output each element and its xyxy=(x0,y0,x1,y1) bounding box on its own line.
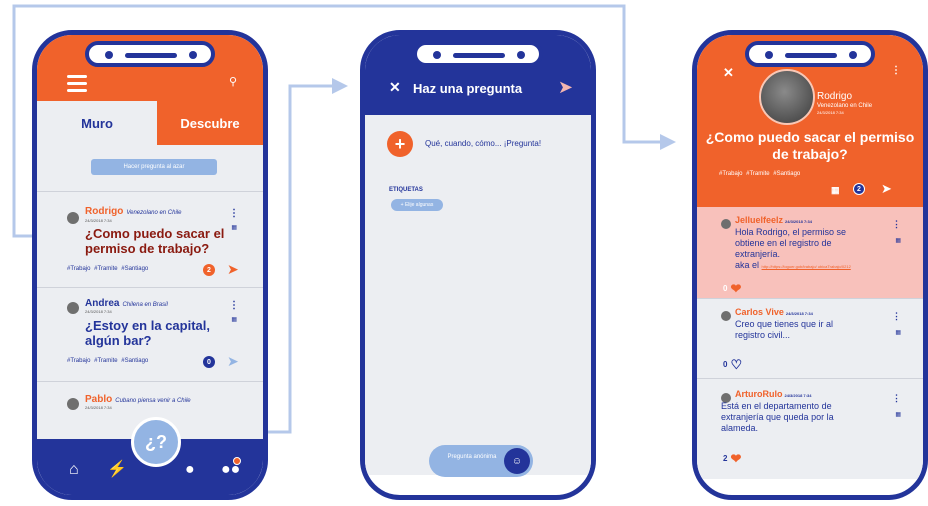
kebab-icon[interactable]: ⋮ xyxy=(892,393,901,404)
translate-icon[interactable]: ▦ xyxy=(895,237,901,244)
answer-text: Creo que tienes que ir al registro civil… xyxy=(735,319,834,340)
answer-card[interactable]: ArturoRulo 24/3/2018 7:34 Está en el depa… xyxy=(697,379,923,479)
heart-icon: ❤ xyxy=(730,281,742,296)
like-counter[interactable]: 0 ❤ xyxy=(723,281,741,297)
post-card[interactable]: Andrea Chilena en Brasil 24/3/2018 7:34 ⋮… xyxy=(37,287,263,381)
tags-label: ETIQUETAS xyxy=(389,187,423,193)
avatar xyxy=(721,311,731,321)
bolt-icon[interactable]: ⚡ xyxy=(107,459,127,479)
ask-question-button[interactable]: ¿? xyxy=(131,417,181,467)
answer-link[interactable]: http://https://loguer.gob/trabajo/ ubica… xyxy=(762,264,851,269)
post-title[interactable]: ¿Estoy en la capital, algún bar? xyxy=(85,318,225,348)
avatar xyxy=(721,219,731,229)
search-icon[interactable]: ⚲ xyxy=(229,75,237,88)
phone-wall-screen: ⚲ Muro Descubre Hacer pregunta al azar R… xyxy=(32,30,268,500)
translate-icon[interactable]: ▦ xyxy=(895,411,901,418)
question-date: 24/3/2018 7:34 xyxy=(817,110,844,115)
choose-tags-chip[interactable]: + Elije algunas xyxy=(391,199,443,211)
feed: Hacer pregunta al azar Rodrigo Venezolano… xyxy=(37,145,263,445)
post-tags[interactable]: #Trabajo #Tramite #Santiago xyxy=(67,266,148,272)
phone-ask-screen: ✕ Haz una pregunta ➤ + Qué, cuando, cómo… xyxy=(360,30,596,500)
tab-descubre[interactable]: Descubre xyxy=(157,101,263,145)
post-date: 24/3/2018 7:34 xyxy=(85,309,112,314)
page-title: Haz una pregunta xyxy=(413,81,523,96)
random-question-button[interactable]: Hacer pregunta al azar xyxy=(91,159,217,175)
post-author: Rodrigo Venezolano en Chile xyxy=(85,206,182,217)
heart-icon: ♡ xyxy=(730,357,743,372)
kebab-icon[interactable]: ⋮ xyxy=(229,208,239,219)
plus-icon[interactable]: + xyxy=(387,131,413,157)
answer-author: ArturoRulo 24/3/2018 7:34 xyxy=(735,389,812,399)
send-icon[interactable]: ➤ xyxy=(227,353,239,370)
question-tags[interactable]: #Trabajo #Tramite #Santiago xyxy=(719,171,800,177)
post-author: Andrea Chilena en Brasil xyxy=(85,298,168,309)
avatar xyxy=(67,398,79,410)
author-subtitle: Venezolano en Chile xyxy=(817,103,873,109)
mask-icon[interactable]: ☺ xyxy=(504,448,530,474)
post-card[interactable]: Rodrigo Venezolano en Chile 24/3/2018 7:3… xyxy=(37,191,263,287)
close-icon[interactable]: ✕ xyxy=(389,79,401,96)
answer-card[interactable]: Carlos Vive 24/3/2018 7:34 Creo que tiene… xyxy=(697,299,923,379)
user-icon[interactable]: ● xyxy=(185,461,195,479)
answer-author: Jelluelfeelz 24/3/2018 7:34 xyxy=(735,215,812,225)
kebab-icon[interactable]: ⋮ xyxy=(891,65,901,76)
translate-icon[interactable]: ▦ xyxy=(231,316,237,323)
translate-icon[interactable]: ▦ xyxy=(831,185,840,196)
post-date: 24/3/2018 7:34 xyxy=(85,218,112,223)
author-name: Rodrigo xyxy=(817,91,853,102)
avatar xyxy=(759,69,815,125)
send-icon[interactable]: ➤ xyxy=(227,261,239,278)
kebab-icon[interactable]: ⋮ xyxy=(892,311,901,322)
send-icon[interactable]: ➤ xyxy=(558,77,573,98)
notification-dot xyxy=(233,457,241,465)
tab-muro[interactable]: Muro xyxy=(37,101,157,145)
heart-icon: ❤ xyxy=(730,451,742,466)
post-author: Pablo Cubano piensa venir a Chile xyxy=(85,394,191,405)
translate-icon[interactable]: ▦ xyxy=(895,329,901,336)
phone-notch xyxy=(745,41,875,67)
like-counter[interactable]: 2 ❤ xyxy=(723,451,741,467)
kebab-icon[interactable]: ⋮ xyxy=(892,219,901,230)
answer-card[interactable]: Jelluelfeelz 24/3/2018 7:34 Hola Rodrigo,… xyxy=(697,207,923,299)
phone-notch xyxy=(85,41,215,67)
question-title: ¿Como puedo sacar el permiso de trabajo? xyxy=(705,129,915,162)
like-counter[interactable]: 0 ♡ xyxy=(723,357,742,373)
home-icon[interactable]: ⌂ xyxy=(69,461,79,479)
phone-notch xyxy=(413,41,543,67)
question-input[interactable]: Qué, cuando, cómo... ¡Pregunta! xyxy=(425,139,541,148)
avatar xyxy=(67,302,79,314)
send-icon[interactable]: ➤ xyxy=(881,181,892,197)
anonymous-label: Pregunta anónima xyxy=(447,454,497,460)
answer-author: Carlos Vive 24/3/2018 7:34 xyxy=(735,307,813,317)
phone-detail-screen: ✕ ⋮ Rodrigo Venezolano en Chile 24/3/201… xyxy=(692,30,928,500)
answer-count-badge: 2 xyxy=(853,183,865,195)
answer-count-badge: 0 xyxy=(203,356,215,368)
answer-count-badge: 2 xyxy=(203,264,215,276)
menu-icon[interactable] xyxy=(67,75,87,92)
post-title[interactable]: ¿Como puedo sacar el permiso de trabajo? xyxy=(85,226,249,256)
close-icon[interactable]: ✕ xyxy=(723,65,734,81)
kebab-icon[interactable]: ⋮ xyxy=(229,300,239,311)
anonymous-toggle[interactable]: Pregunta anónima ☺ xyxy=(429,445,533,477)
answer-text: Hola Rodrigo, el permiso se obtiene en e… xyxy=(735,227,851,270)
post-date: 24/3/2018 7:34 xyxy=(85,405,112,410)
post-tags[interactable]: #Trabajo #Tramite #Santiago xyxy=(67,358,148,364)
avatar xyxy=(67,212,79,224)
answer-text: Está en el departamento de extranjería q… xyxy=(721,401,834,433)
ask-form: + Qué, cuando, cómo... ¡Pregunta! ETIQUE… xyxy=(365,115,591,477)
